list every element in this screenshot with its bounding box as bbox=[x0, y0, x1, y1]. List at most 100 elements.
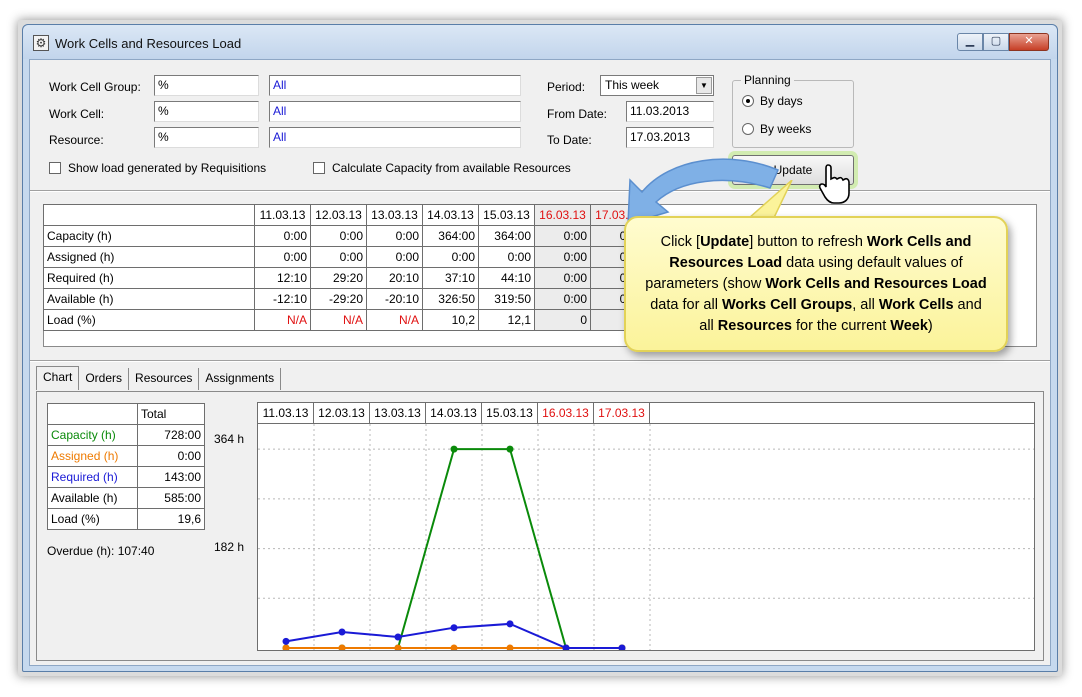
callout-text: ) bbox=[927, 318, 933, 334]
row-label-cell: Required (h) bbox=[43, 267, 255, 289]
work-cell-group-name-input[interactable]: All bbox=[269, 75, 521, 96]
value-cell: N/A bbox=[254, 309, 311, 331]
summary-row: Available (h) 585:00 bbox=[47, 487, 205, 509]
calc-capacity-checkbox[interactable]: Calculate Capacity from available Resour… bbox=[313, 161, 571, 175]
data-point-capacity bbox=[450, 445, 458, 453]
row-label-cell: Capacity (h) bbox=[43, 225, 255, 247]
summary-header-row: Total bbox=[47, 403, 205, 425]
value-cell: 0:00 bbox=[310, 225, 367, 247]
chart-date-label: 15.03.13 bbox=[482, 403, 538, 423]
table-row: Required (h) 12:10 29:20 20:10 37:10 44:10 0:0… bbox=[43, 267, 647, 289]
callout-bold: Update bbox=[700, 234, 750, 250]
summary-value-cell: 19,6 bbox=[137, 508, 205, 530]
table-corner-cell bbox=[43, 204, 255, 226]
period-label: Period: bbox=[547, 80, 586, 94]
callout-text: , all bbox=[852, 297, 879, 313]
value-cell: 0:00 bbox=[534, 288, 591, 310]
summary-corner-cell bbox=[47, 403, 138, 425]
value-cell: -20:10 bbox=[366, 288, 423, 310]
date-header-cell: 14.03.13 bbox=[422, 204, 479, 226]
callout-text: ] button to refresh bbox=[749, 234, 867, 250]
hand-cursor-icon bbox=[818, 164, 850, 204]
by-weeks-label: By weeks bbox=[760, 122, 812, 136]
value-cell: 364:00 bbox=[478, 225, 535, 247]
by-days-radio[interactable]: By days bbox=[742, 94, 803, 108]
checkbox-icon bbox=[313, 162, 325, 174]
summary-value-cell: 585:00 bbox=[137, 487, 205, 509]
date-header-cell: 16.03.13 bbox=[534, 204, 591, 226]
data-point-required bbox=[506, 620, 514, 628]
load-chart bbox=[258, 424, 1034, 652]
value-cell: 319:50 bbox=[478, 288, 535, 310]
data-point-required bbox=[618, 644, 626, 652]
data-point-assigned bbox=[338, 644, 346, 652]
planning-group-title: Planning bbox=[741, 73, 794, 87]
data-point-assigned bbox=[282, 644, 290, 652]
value-cell: 37:10 bbox=[422, 267, 479, 289]
chart-date-label: 17.03.13 bbox=[594, 403, 650, 423]
summary-label-cell: Load (%) bbox=[47, 508, 138, 530]
date-header-cell: 11.03.13 bbox=[254, 204, 311, 226]
summary-row: Assigned (h) 0:00 bbox=[47, 445, 205, 467]
date-header-cell: 12.03.13 bbox=[310, 204, 367, 226]
summary-label-cell: Required (h) bbox=[47, 466, 138, 488]
row-label-cell: Available (h) bbox=[43, 288, 255, 310]
checkbox-icon bbox=[49, 162, 61, 174]
from-date-input[interactable]: 11.03.2013 bbox=[626, 101, 714, 122]
summary-total-header: Total bbox=[137, 403, 205, 425]
table-header-row: 11.03.13 12.03.13 13.03.13 14.03.13 15.03.13… bbox=[43, 204, 647, 226]
minimize-button[interactable]: ▁ bbox=[957, 33, 983, 51]
tab-assignments[interactable]: Assignments bbox=[199, 368, 282, 390]
summary-value-cell: 143:00 bbox=[137, 466, 205, 488]
value-cell: N/A bbox=[366, 309, 423, 331]
value-cell: 20:10 bbox=[366, 267, 423, 289]
resource-name-input[interactable]: All bbox=[269, 127, 521, 148]
value-cell: 44:10 bbox=[478, 267, 535, 289]
callout-bold: Works Cell Groups bbox=[721, 297, 853, 313]
y-tick-label-mid: 182 h bbox=[214, 540, 245, 554]
period-select[interactable]: This week ▼ bbox=[600, 75, 714, 96]
chart-plot-area bbox=[257, 423, 1035, 652]
value-cell: 29:20 bbox=[310, 267, 367, 289]
chevron-down-icon[interactable]: ▼ bbox=[696, 77, 712, 94]
chart-date-label: 14.03.13 bbox=[426, 403, 482, 423]
value-cell: 0:00 bbox=[478, 246, 535, 268]
overdue-text: Overdue (h): 107:40 bbox=[47, 544, 155, 558]
value-cell: N/A bbox=[310, 309, 367, 331]
by-weeks-radio[interactable]: By weeks bbox=[742, 122, 811, 136]
title-bar[interactable]: ⚙ Work Cells and Resources Load ▁ ▢ ✕ bbox=[23, 25, 1057, 59]
value-cell: -29:20 bbox=[310, 288, 367, 310]
table-row: Capacity (h) 0:00 0:00 0:00 364:00 364:00 0:00… bbox=[43, 225, 647, 247]
callout-text: Click [ bbox=[660, 234, 701, 250]
table-row: Assigned (h)0:000:000:000:000:000:000:00 bbox=[43, 246, 647, 268]
maximize-button[interactable]: ▢ bbox=[983, 33, 1009, 51]
data-point-required bbox=[394, 633, 402, 641]
chart-date-label: 11.03.13 bbox=[258, 403, 314, 423]
work-cell-label: Work Cell: bbox=[49, 107, 105, 121]
value-cell: 326:50 bbox=[422, 288, 479, 310]
to-date-input[interactable]: 17.03.2013 bbox=[626, 127, 714, 148]
callout-text: data for all bbox=[650, 297, 722, 313]
resource-code-input[interactable]: % bbox=[154, 127, 259, 148]
work-cell-group-code-input[interactable]: % bbox=[154, 75, 259, 96]
date-header-cell: 13.03.13 bbox=[366, 204, 423, 226]
window-controls: ▁ ▢ ✕ bbox=[957, 33, 1049, 51]
tab-resources[interactable]: Resources bbox=[129, 368, 200, 390]
callout-bold: Week bbox=[890, 318, 928, 334]
value-cell: 0:00 bbox=[366, 246, 423, 268]
close-button[interactable]: ✕ bbox=[1009, 33, 1049, 51]
value-cell: 0:00 bbox=[534, 246, 591, 268]
tab-orders[interactable]: Orders bbox=[79, 368, 130, 390]
chart-date-label: 16.03.13 bbox=[538, 403, 594, 423]
calc-capacity-label: Calculate Capacity from available Resour… bbox=[332, 161, 571, 175]
row-label-cell: Load (%) bbox=[43, 309, 255, 331]
data-point-required bbox=[338, 628, 346, 636]
work-cell-group-label: Work Cell Group: bbox=[49, 80, 141, 94]
work-cell-name-input[interactable]: All bbox=[269, 101, 521, 122]
show-requisitions-checkbox[interactable]: Show load generated by Requisitions bbox=[49, 161, 266, 175]
summary-value-cell: 728:00 bbox=[137, 424, 205, 446]
work-cell-code-input[interactable]: % bbox=[154, 101, 259, 122]
tab-chart[interactable]: Chart bbox=[36, 366, 80, 390]
chart-date-label: 13.03.13 bbox=[370, 403, 426, 423]
summary-row: Required (h) 143:00 bbox=[47, 466, 205, 488]
